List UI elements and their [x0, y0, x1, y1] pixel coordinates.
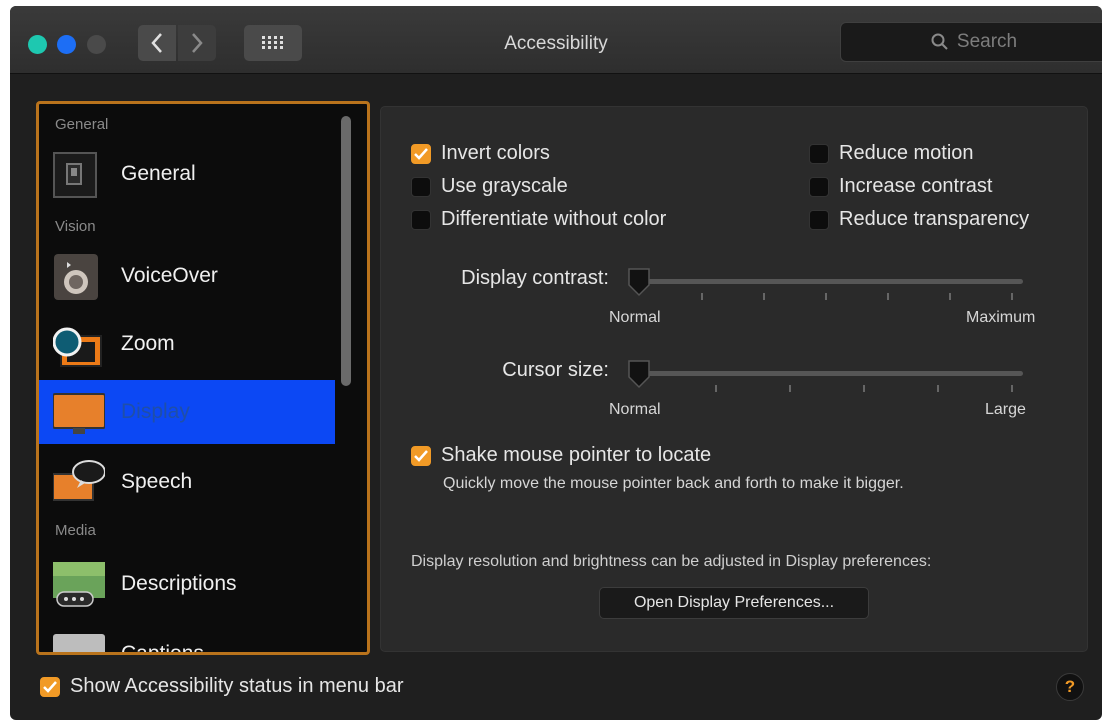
use-grayscale-checkbox[interactable]: Use grayscale [411, 175, 568, 198]
checkbox-box[interactable] [411, 445, 431, 466]
slider-tick [937, 385, 939, 392]
invert-colors-label: Invert colors [441, 142, 550, 164]
sidebar-item-display[interactable]: Display [39, 380, 335, 444]
invert-colors-checkbox[interactable]: Invert colors [411, 142, 550, 165]
sidebar-item-label: VoiceOver [121, 264, 218, 287]
reduce-transparency-checkbox[interactable]: Reduce transparency [809, 208, 1029, 231]
search-icon [931, 33, 948, 50]
checkbox-box[interactable] [411, 209, 431, 230]
cursor-size-knob[interactable] [627, 359, 651, 389]
show-status-menu-bar-label: Show Accessibility status in menu bar [70, 675, 404, 697]
display-contrast-max-label: Maximum [966, 309, 1036, 326]
display-contrast-min-label: Normal [609, 309, 661, 326]
slider-tick [825, 293, 827, 300]
slider-tick [863, 385, 865, 392]
slider-tick [763, 293, 765, 300]
checkmark-icon [414, 449, 428, 462]
open-display-preferences-button[interactable]: Open Display Preferences... [599, 587, 869, 619]
differentiate-without-color-checkbox[interactable]: Differentiate without color [411, 208, 666, 231]
sidebar-item-zoom[interactable]: Zoom [39, 312, 335, 376]
speech-icon [52, 460, 106, 506]
sidebar-item-voiceover[interactable]: VoiceOver [39, 244, 335, 308]
sidebar-item-descriptions[interactable]: Descriptions [39, 552, 335, 616]
checkbox-box[interactable] [40, 676, 60, 697]
titlebar: Accessibility Search [10, 6, 1102, 74]
sidebar-scrollbar[interactable] [341, 116, 351, 386]
descriptions-icon [53, 562, 105, 608]
sidebar-item-label: General [121, 162, 196, 185]
search-placeholder: Search [956, 31, 1018, 52]
shake-mouse-label: Shake mouse pointer to locate [441, 444, 712, 466]
cursor-size-slider[interactable] [633, 371, 1023, 376]
section-label-vision: Vision [55, 218, 96, 235]
display-prefs-note: Display resolution and brightness can be… [411, 553, 932, 570]
help-button[interactable]: ? [1056, 673, 1084, 701]
differentiate-without-color-label: Differentiate without color [441, 208, 667, 230]
zoom-icon [52, 322, 105, 368]
slider-tick [1011, 293, 1013, 300]
checkbox-box[interactable] [809, 143, 829, 164]
show-status-menu-bar-checkbox[interactable]: Show Accessibility status in menu bar [40, 675, 404, 698]
checkbox-box[interactable] [809, 176, 829, 197]
category-sidebar[interactable]: General General Vision VoiceOver Zoom Di [36, 101, 370, 655]
voiceover-icon [53, 254, 105, 300]
checkmark-icon [43, 680, 57, 693]
use-grayscale-label: Use grayscale [441, 175, 568, 197]
reduce-motion-label: Reduce motion [839, 142, 974, 164]
sidebar-item-general[interactable]: General [39, 142, 335, 206]
reduce-motion-checkbox[interactable]: Reduce motion [809, 142, 974, 165]
section-label-general: General [55, 116, 109, 133]
search-input[interactable]: Search [840, 22, 1102, 62]
display-contrast-knob[interactable] [627, 267, 651, 297]
section-label-media: Media [55, 522, 96, 539]
checkbox-box[interactable] [809, 209, 829, 230]
sidebar-item-label: Captions [121, 642, 204, 655]
cursor-size-min-label: Normal [609, 401, 661, 418]
slider-tick [701, 293, 703, 300]
slider-tick [887, 293, 889, 300]
slider-tick [789, 385, 791, 392]
display-icon [52, 390, 106, 436]
sidebar-item-captions[interactable]: Captions [39, 622, 335, 655]
checkbox-box[interactable] [411, 143, 431, 164]
shake-mouse-checkbox[interactable]: Shake mouse pointer to locate [411, 444, 711, 467]
slider-tick [1011, 385, 1013, 392]
accessibility-window: Accessibility Search General General Vis… [10, 6, 1102, 720]
reduce-transparency-label: Reduce transparency [839, 208, 1030, 230]
display-contrast-slider[interactable] [633, 279, 1023, 284]
sidebar-item-speech[interactable]: Speech [39, 450, 335, 514]
slider-tick [949, 293, 951, 300]
checkbox-box[interactable] [411, 176, 431, 197]
increase-contrast-checkbox[interactable]: Increase contrast [809, 175, 992, 198]
cursor-size-max-label: Large [985, 401, 1026, 418]
captions-icon [53, 632, 105, 652]
switch-icon [53, 152, 105, 198]
display-contrast-label: Display contrast: [461, 267, 609, 289]
sidebar-item-label: Descriptions [121, 572, 237, 595]
sidebar-item-label: Zoom [121, 332, 175, 355]
display-settings-panel: Invert colors Use grayscale Differentiat… [380, 106, 1088, 652]
increase-contrast-label: Increase contrast [839, 175, 993, 197]
cursor-size-label: Cursor size: [502, 359, 609, 381]
checkmark-icon [414, 147, 428, 160]
slider-tick [715, 385, 717, 392]
shake-mouse-hint: Quickly move the mouse pointer back and … [443, 475, 904, 492]
sidebar-item-label: Speech [121, 470, 193, 493]
sidebar-item-label: Display [121, 400, 190, 423]
